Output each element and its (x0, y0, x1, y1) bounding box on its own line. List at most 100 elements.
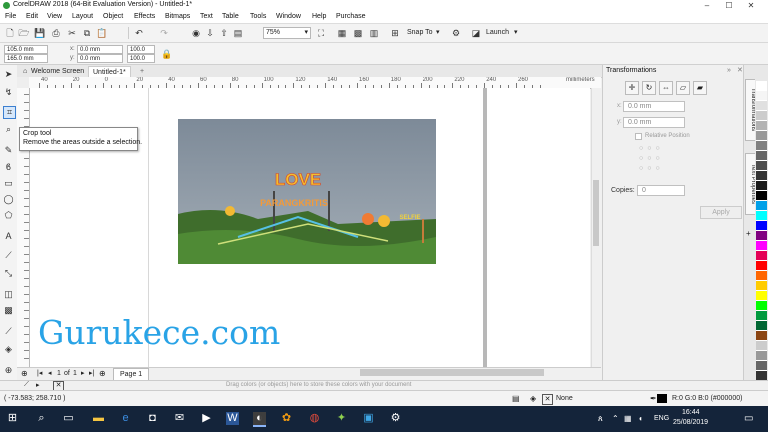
show-rulers-icon[interactable]: ▦ (336, 27, 348, 39)
print-icon[interactable]: ⎙ (50, 27, 62, 39)
people-icon[interactable]: ጰ (598, 414, 603, 424)
color-swatch[interactable] (756, 241, 767, 251)
shape-tool-icon[interactable]: ↯ (3, 87, 14, 98)
docker-collapse-icon[interactable]: » (727, 67, 731, 74)
color-styles-icon[interactable]: ▸ (36, 381, 40, 389)
apply-button[interactable]: Apply (700, 206, 742, 219)
eyedropper-icon[interactable]: ⟋ (24, 381, 29, 389)
new-document-icon[interactable]: 🗋 (4, 27, 16, 39)
color-swatch[interactable] (756, 201, 767, 211)
color-swatch[interactable] (756, 81, 767, 91)
menu-text[interactable]: Text (200, 13, 213, 20)
copies-field[interactable]: 0 (637, 185, 685, 196)
menu-layout[interactable]: Layout (72, 13, 93, 20)
rotate-transform-icon[interactable]: ↻ (642, 81, 656, 95)
maximize-button[interactable]: ☐ (720, 0, 738, 11)
artistic-media-icon[interactable]: ϐ (3, 162, 14, 173)
task-view-icon[interactable]: ▭ (62, 412, 75, 425)
cut-icon[interactable]: ✂ (66, 27, 78, 39)
color-swatch[interactable] (756, 271, 767, 281)
transparency-tool-icon[interactable]: ▩ (3, 305, 14, 316)
color-swatch[interactable] (756, 321, 767, 331)
color-swatch[interactable] (756, 251, 767, 261)
lock-ratio-icon[interactable]: 🔒 (161, 48, 173, 60)
color-swatch[interactable] (756, 341, 767, 351)
menu-table[interactable]: Table (222, 13, 239, 20)
horizontal-scroll-thumb[interactable] (360, 369, 544, 376)
first-page-icon[interactable]: |◂ (37, 369, 42, 377)
add-tab-button[interactable]: + (136, 66, 148, 77)
search-content-icon[interactable]: ◉ (190, 27, 202, 39)
color-eyedropper-icon[interactable]: ⟋ (3, 326, 14, 337)
import-icon[interactable]: ⇩ (204, 27, 216, 39)
scale-mirror-icon[interactable]: ⇔ (659, 81, 673, 95)
color-swatch[interactable] (756, 301, 767, 311)
size-transform-icon[interactable]: ▱ (676, 81, 690, 95)
tab-welcome-screen[interactable]: Welcome Screen (27, 66, 88, 77)
color-swatch[interactable] (756, 181, 767, 191)
color-swatch[interactable] (756, 291, 767, 301)
edge-icon[interactable]: e (119, 412, 132, 425)
color-swatch[interactable] (756, 161, 767, 171)
color-swatch[interactable] (756, 351, 767, 361)
color-swatch[interactable] (756, 131, 767, 141)
docker-close-icon[interactable]: ✕ (737, 66, 743, 74)
color-swatch[interactable] (756, 91, 767, 101)
menu-file[interactable]: File (5, 13, 16, 20)
interactive-fill-icon[interactable]: ◈ (3, 344, 14, 355)
color-swatch[interactable] (756, 121, 767, 131)
search-icon[interactable]: ⌕ (35, 412, 48, 425)
prev-page-icon[interactable]: ◂ (48, 369, 52, 377)
notifications-icon[interactable]: ▭ (744, 413, 753, 424)
zoom-levels-select[interactable]: 75% ▾ (263, 27, 311, 39)
scale-y-field[interactable]: 100.0 (127, 54, 155, 63)
color-swatch[interactable] (756, 141, 767, 151)
app-taskbar-icon[interactable]: ✿ (280, 412, 293, 425)
launch-dropdown[interactable]: Launch (486, 29, 509, 36)
menu-effects[interactable]: Effects (134, 13, 155, 20)
snap-to-dropdown[interactable]: Snap To (407, 29, 433, 36)
pick-tool-icon[interactable]: ➤ (3, 69, 14, 80)
close-button[interactable]: ✕ (742, 0, 760, 11)
open-icon[interactable]: 🗁 (18, 27, 30, 39)
save-icon[interactable]: 💾 (34, 27, 46, 39)
color-swatch[interactable] (756, 111, 767, 121)
anchor-grid-row-1[interactable]: ○○○ (639, 145, 664, 152)
coreldraw-taskbar-icon[interactable]: ◐ (253, 412, 266, 427)
color-swatch[interactable] (756, 331, 767, 341)
menu-purchase[interactable]: Purchase (336, 13, 366, 20)
anchor-grid-row-3[interactable]: ○○○ (639, 165, 664, 172)
media-icon[interactable]: ▶ (200, 412, 213, 425)
add-page-after-icon[interactable]: ⊕ (99, 369, 106, 378)
export-icon[interactable]: ⇧ (218, 27, 230, 39)
copy-icon[interactable]: ⧉ (81, 27, 93, 39)
menu-edit[interactable]: Edit (26, 13, 38, 20)
chrome-icon[interactable]: ◍ (308, 412, 321, 425)
corel-app-icon[interactable]: ✦ (335, 412, 348, 425)
remote-desktop-icon[interactable]: ▣ (362, 412, 375, 425)
network-icon[interactable]: ▦ (624, 414, 632, 423)
crop-tool-icon[interactable]: ⌗ (3, 106, 16, 119)
options-gear-icon[interactable]: ⚙ (450, 27, 462, 39)
skew-transform-icon[interactable]: ▰ (693, 81, 707, 95)
zoom-tool-icon[interactable]: ⌕ (3, 124, 14, 135)
word-icon[interactable]: W (226, 412, 239, 425)
app2-icon[interactable]: ⚙ (389, 412, 402, 425)
anchor-grid-row-2[interactable]: ○○○ (639, 155, 664, 162)
vertical-scroll-thumb[interactable] (593, 180, 599, 246)
clock-date[interactable]: 25/08/2019 (673, 419, 708, 426)
imported-photo[interactable]: LOVE PARANGKRITIS SELFIE (178, 119, 436, 264)
menu-help[interactable]: Help (312, 13, 326, 20)
relative-position-checkbox[interactable] (635, 133, 642, 140)
full-screen-icon[interactable]: ⛶ (315, 27, 327, 39)
scale-x-field[interactable]: 100.0 (127, 45, 155, 54)
windows-start-icon[interactable]: ⊞ (6, 412, 19, 425)
show-grid-icon[interactable]: ▩ (352, 27, 364, 39)
position-y-field[interactable]: 0.0 mm (77, 54, 123, 63)
menu-object[interactable]: Object (103, 13, 123, 20)
menu-tools[interactable]: Tools (250, 13, 266, 20)
color-swatch[interactable] (756, 281, 767, 291)
color-swatch[interactable] (756, 311, 767, 321)
tray-chevron-icon[interactable]: ⌃ (612, 414, 619, 423)
parallel-dimension-icon[interactable]: ⟋ (3, 250, 14, 261)
